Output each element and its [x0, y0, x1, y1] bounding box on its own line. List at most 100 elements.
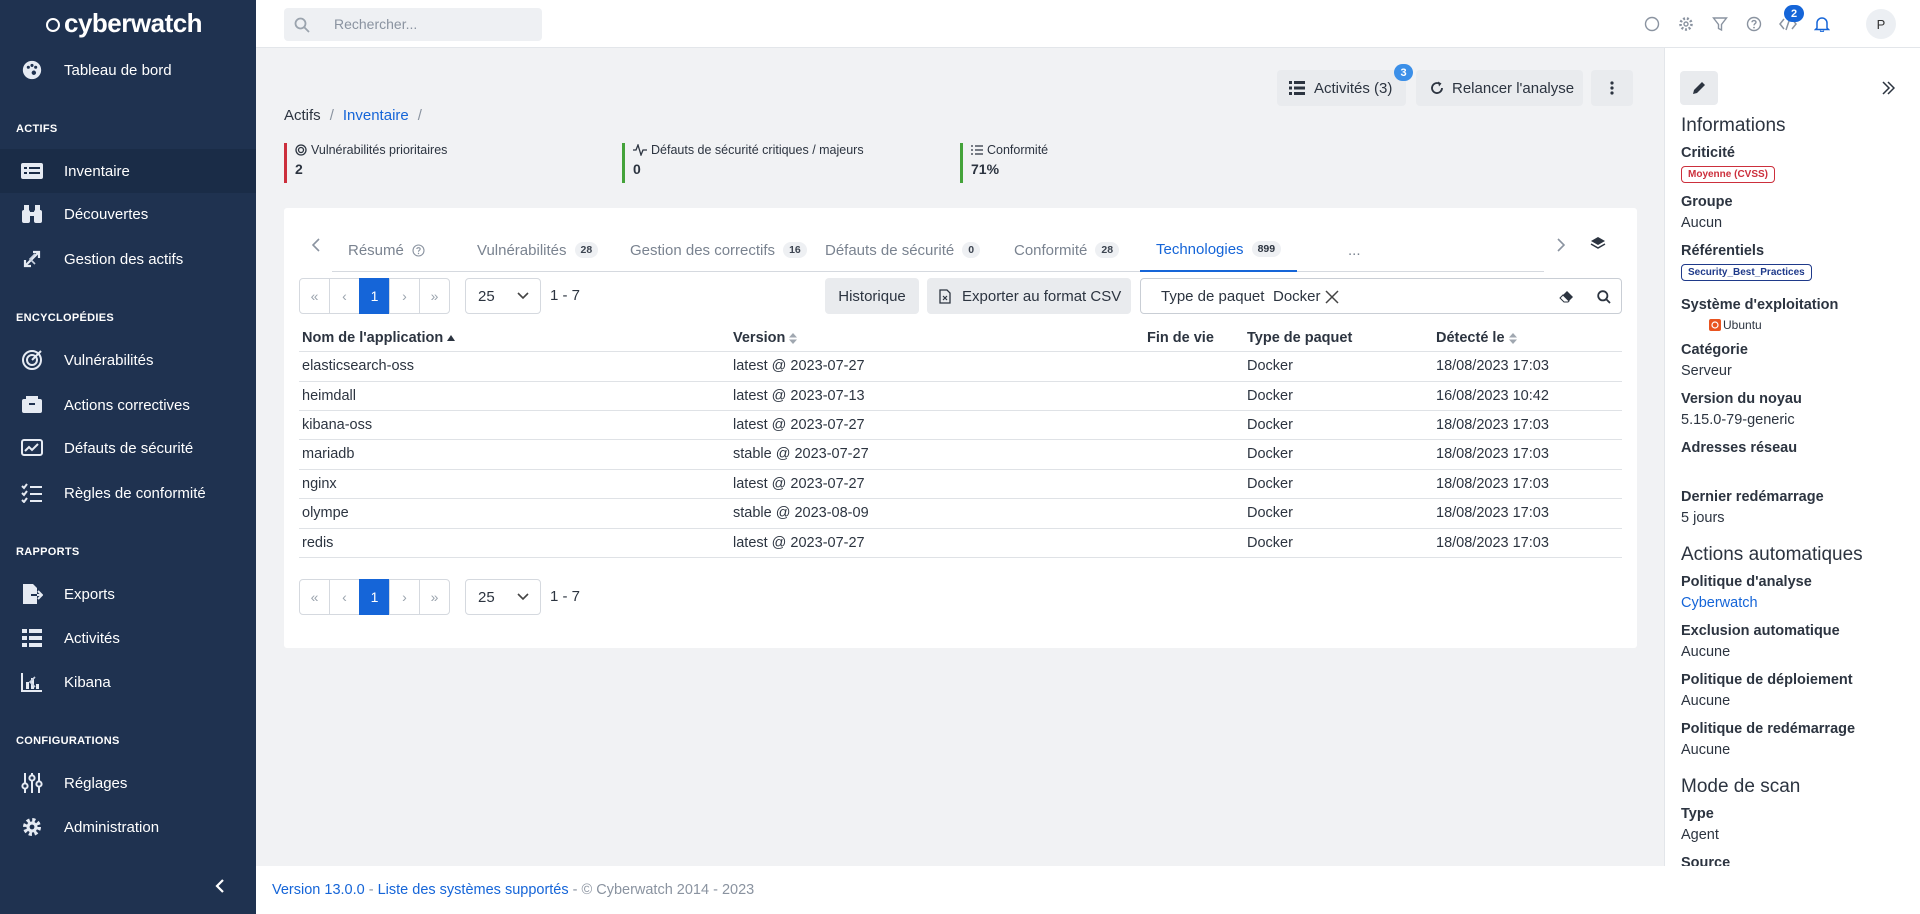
page-size-select[interactable]: 25: [465, 579, 541, 615]
activities-button[interactable]: Activités (3): [1277, 70, 1406, 106]
cell-package-type: Docker: [1247, 535, 1293, 551]
last-page-button[interactable]: »: [419, 579, 450, 615]
supported-systems-link[interactable]: Liste des systèmes supportés: [378, 882, 569, 898]
avatar[interactable]: P: [1866, 9, 1896, 39]
history-label: Historique: [838, 287, 906, 305]
referential-badge[interactable]: Security_Best_Practices: [1681, 264, 1812, 281]
prev-page-button[interactable]: ‹: [329, 278, 360, 314]
network-label: Adresses réseau: [1681, 440, 1798, 456]
search-icon[interactable]: [1597, 290, 1611, 304]
sidebar-item-activities[interactable]: Activités: [0, 616, 256, 660]
first-page-button[interactable]: «: [299, 579, 330, 615]
criticity-label: Criticité: [1681, 145, 1735, 161]
cell-name[interactable]: heimdall: [302, 388, 356, 404]
current-page-button[interactable]: 1: [359, 278, 390, 314]
more-options-button[interactable]: [1591, 70, 1633, 106]
circle-icon[interactable]: [1642, 14, 1662, 34]
next-page-button[interactable]: ›: [389, 579, 420, 615]
tab-security-defects[interactable]: Défauts de sécurité 0: [825, 228, 981, 272]
footer: Version 13.0.0 - Liste des systèmes supp…: [256, 866, 1920, 914]
column-header-package-type: Type de paquet: [1247, 330, 1352, 346]
table-row[interactable]: mariadb stable @ 2023-07-27 Docker 18/08/20…: [299, 439, 1622, 469]
sidebar-item-security-defects[interactable]: Défauts de sécurité: [0, 426, 256, 470]
breadcrumb-root[interactable]: Actifs: [284, 107, 321, 124]
column-header-label: Version: [733, 330, 786, 346]
layers-icon[interactable]: [1590, 236, 1606, 252]
filter-bar[interactable]: Type de paquet Docker: [1140, 278, 1622, 314]
reboot-value: 5 jours: [1681, 510, 1725, 526]
cell-name[interactable]: redis: [302, 535, 333, 551]
tab-more[interactable]: ...: [1348, 228, 1361, 272]
kpi-compliance[interactable]: Conformité 71%: [960, 143, 1048, 183]
chevron-left-icon[interactable]: [312, 238, 320, 252]
group-label: Groupe: [1681, 194, 1733, 210]
edit-button[interactable]: [1680, 71, 1718, 105]
bell-icon[interactable]: [1812, 14, 1832, 34]
sidebar-item-administration[interactable]: Administration: [0, 805, 256, 849]
export-csv-button[interactable]: Exporter au format CSV: [927, 278, 1131, 314]
page-size-select[interactable]: 25: [465, 278, 541, 314]
kpi-priority-vulnerabilities[interactable]: Vulnérabilités prioritaires 2: [284, 143, 447, 183]
tab-bar: Résumé Vulnérabilités 28 Gestion des corr…: [332, 228, 1544, 272]
column-header-version[interactable]: Version: [733, 330, 798, 346]
table-row[interactable]: redis latest @ 2023-07-27 Docker 18/08/2023…: [299, 528, 1622, 558]
kpi-security-defects[interactable]: Défauts de sécurité critiques / majeurs …: [622, 143, 864, 183]
next-page-button[interactable]: ›: [389, 278, 420, 314]
search-box[interactable]: [284, 8, 542, 41]
current-page-button[interactable]: 1: [359, 579, 390, 615]
history-button[interactable]: Historique: [825, 278, 919, 314]
gear-icon[interactable]: [1676, 14, 1696, 34]
column-header-detected[interactable]: Détecté le: [1436, 330, 1517, 346]
table-row[interactable]: heimdall latest @ 2023-07-13 Docker 16/08/2…: [299, 381, 1622, 411]
sidebar-item-corrective-actions[interactable]: Actions correctives: [0, 383, 256, 427]
version-link[interactable]: Version 13.0.0: [272, 882, 365, 898]
cell-package-type: Docker: [1247, 388, 1293, 404]
sidebar-item-vulnerabilities[interactable]: Vulnérabilités: [0, 338, 256, 382]
cell-name[interactable]: nginx: [302, 476, 337, 492]
sidebar-item-kibana[interactable]: Kibana: [0, 660, 256, 704]
tab-compliance[interactable]: Conformité 28: [1014, 228, 1120, 272]
last-page-button[interactable]: »: [419, 278, 450, 314]
cell-name[interactable]: mariadb: [302, 446, 354, 462]
chevron-left-icon[interactable]: [214, 878, 226, 894]
column-header-name[interactable]: Nom de l'application: [302, 330, 456, 346]
table-row[interactable]: kibana-oss latest @ 2023-07-27 Docker 18/08…: [299, 410, 1622, 440]
column-header-label: Nom de l'application: [302, 330, 444, 346]
target-icon: [295, 144, 307, 156]
brand-logo[interactable]: cyberwatch: [46, 8, 203, 39]
cell-name[interactable]: olympe: [302, 505, 349, 521]
first-page-button[interactable]: «: [299, 278, 330, 314]
chevron-right-icon[interactable]: [1557, 238, 1565, 252]
search-input[interactable]: [334, 14, 529, 34]
close-icon[interactable]: [1325, 290, 1339, 304]
tab-patch-management[interactable]: Gestion des correctifs 16: [630, 228, 807, 272]
analysis-policy-link[interactable]: Cyberwatch: [1681, 595, 1758, 611]
sidebar-item-asset-management[interactable]: Gestion des actifs: [0, 237, 256, 281]
cell-name[interactable]: elasticsearch-oss: [302, 358, 414, 374]
cell-name[interactable]: kibana-oss: [302, 417, 372, 433]
sidebar-item-inventory[interactable]: Inventaire: [0, 149, 256, 193]
tab-vulnerabilities[interactable]: Vulnérabilités 28: [477, 228, 599, 272]
table-row[interactable]: elasticsearch-oss latest @ 2023-07-27 Dock…: [299, 351, 1622, 381]
kpi-value: 0: [633, 161, 641, 177]
breadcrumb-inventory-link[interactable]: Inventaire: [343, 107, 409, 124]
table-row[interactable]: nginx latest @ 2023-07-27 Docker 18/08/2023…: [299, 469, 1622, 499]
filter-icon[interactable]: [1710, 14, 1730, 34]
sidebar-item-discoveries[interactable]: Découvertes: [0, 192, 256, 236]
sidebar-item-compliance-rules[interactable]: Règles de conformité: [0, 471, 256, 515]
deploy-policy-label: Politique de déploiement: [1681, 672, 1853, 688]
checklist-icon: [971, 144, 983, 156]
sidebar-item-exports[interactable]: Exports: [0, 572, 256, 616]
analysis-policy-label: Politique d'analyse: [1681, 574, 1812, 590]
sidebar-item-settings[interactable]: Réglages: [0, 761, 256, 805]
double-chevron-right-icon[interactable]: [1881, 81, 1895, 95]
help-icon[interactable]: [1744, 14, 1764, 34]
sidebar-item-dashboard[interactable]: Tableau de bord: [0, 48, 256, 92]
tab-technologies[interactable]: Technologies 899: [1140, 228, 1298, 272]
rerun-analysis-button[interactable]: Relancer l'analyse: [1416, 70, 1583, 106]
eraser-icon[interactable]: [1559, 290, 1574, 303]
tab-summary[interactable]: Résumé: [348, 228, 425, 272]
table-row[interactable]: olympe stable @ 2023-08-09 Docker 18/08/202…: [299, 498, 1622, 528]
prev-page-button[interactable]: ‹: [329, 579, 360, 615]
chevron-down-icon: [517, 593, 529, 601]
